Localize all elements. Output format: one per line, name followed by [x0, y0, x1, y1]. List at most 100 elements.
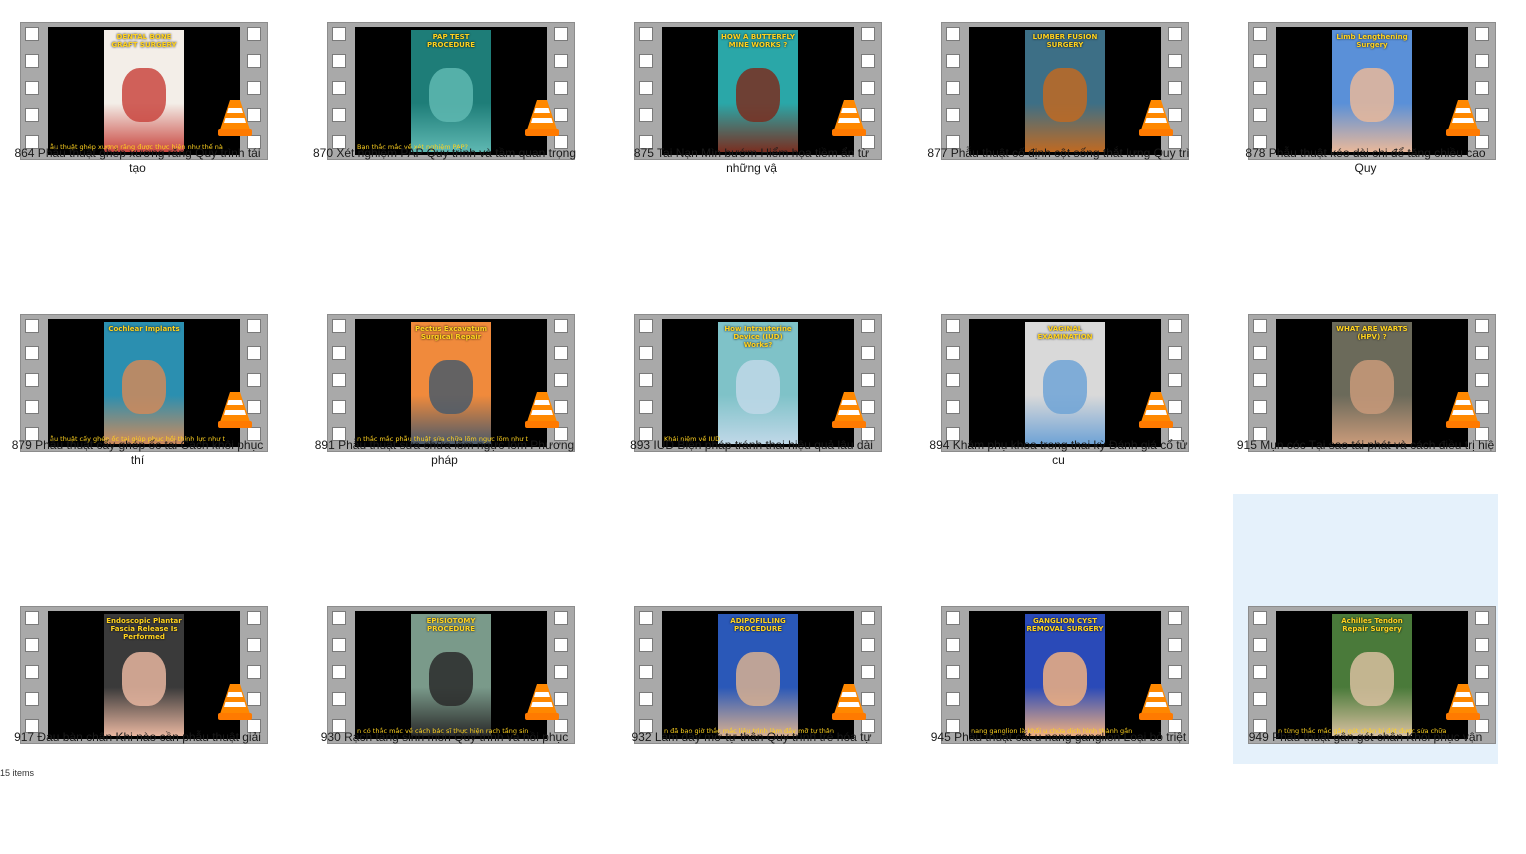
video-thumbnail[interactable]: How Intrauterine Device (IUD) Works? Khái… — [619, 292, 884, 452]
poster-illustration — [1043, 652, 1087, 706]
film-strip-frame: LUMBER FUSION SURGERY — [941, 22, 1189, 160]
vlc-cone-icon — [524, 682, 560, 722]
preview-poster: Limb Lengthening Surgery — [1332, 30, 1412, 152]
file-name-label[interactable]: 915 Mụn cóc Tại sao tái phát và cách điề… — [1233, 438, 1498, 453]
preview-poster: Cochlear Implants — [104, 322, 184, 444]
vlc-cone-icon — [1445, 682, 1481, 722]
video-file-item[interactable]: LUMBER FUSION SURGERY 877 Phẫu thuật cố đ… — [926, 0, 1191, 270]
video-file-item[interactable]: DENTAL BONE GRAFT SURGERY ẫu thuật ghép x… — [5, 0, 270, 270]
vlc-cone-icon — [217, 682, 253, 722]
film-strip-frame: ADIPOFILLING PROCEDURE n đã bao giờ thắc … — [634, 606, 882, 744]
video-file-item[interactable]: EPISIOTOMY PROCEDURE n có thắc mắc về các… — [312, 584, 577, 854]
poster-illustration — [1350, 360, 1394, 414]
poster-illustration — [122, 68, 166, 122]
poster-illustration — [1043, 360, 1087, 414]
preview-poster: WHAT ARE WARTS (HPV) ? — [1332, 322, 1412, 444]
file-name-label[interactable]: 864 Phẫu thuật ghép xương răng Quy trình… — [5, 146, 270, 176]
preview-poster: PAP TEST PROCEDURE — [411, 30, 491, 152]
video-thumbnail[interactable]: Achilles Tendon Repair Surgery n từng thắ… — [1233, 584, 1498, 744]
file-name-label[interactable]: 945 Phẫu thuật cắt u nang ganglion Loại … — [926, 730, 1191, 745]
poster-illustration — [736, 360, 780, 414]
vlc-cone-icon — [1138, 98, 1174, 138]
video-file-item[interactable]: PAP TEST PROCEDURE Bạn thắc mắc về xét ng… — [312, 0, 577, 270]
film-strip-frame: Achilles Tendon Repair Surgery n từng thắ… — [1248, 606, 1496, 744]
video-thumbnail[interactable]: DENTAL BONE GRAFT SURGERY ẫu thuật ghép x… — [5, 0, 270, 160]
poster-title: PAP TEST PROCEDURE — [426, 33, 476, 49]
poster-title: GANGLION CYST REMOVAL SURGERY — [1026, 617, 1104, 633]
file-name-label[interactable]: 879 Phẫu thuật cấy ghép ốc tai Cách khôi… — [5, 438, 270, 468]
video-thumbnail[interactable]: LUMBER FUSION SURGERY — [926, 0, 1191, 160]
file-name-label[interactable]: 932 Làm đầy mỡ tự thân Quy trình trẻ hóa… — [619, 730, 884, 745]
video-thumbnail[interactable]: WHAT ARE WARTS (HPV) ? — [1233, 292, 1498, 452]
video-file-item[interactable]: ADIPOFILLING PROCEDURE n đã bao giờ thắc … — [619, 584, 884, 854]
video-file-item[interactable]: Endoscopic Plantar Fascia Release Is Per… — [5, 584, 270, 854]
vlc-cone-icon — [217, 98, 253, 138]
poster-title: WHAT ARE WARTS (HPV) ? — [1336, 325, 1408, 341]
file-name-label[interactable]: 891 Phẫu thuật sửa chữa lõm ngực lõm Phư… — [312, 438, 577, 468]
poster-illustration — [429, 360, 473, 414]
video-file-item[interactable]: GANGLION CYST REMOVAL SURGERY nang gangli… — [926, 584, 1191, 854]
film-perforation — [332, 27, 348, 155]
film-perforation — [332, 319, 348, 447]
poster-title: Pectus Excavatum Surgical Repair — [414, 325, 488, 341]
video-thumbnail[interactable]: Limb Lengthening Surgery — [1233, 0, 1498, 160]
file-name-label[interactable]: 894 Khám phụ khoa trong thai kỳ Đánh giá… — [926, 438, 1191, 468]
file-name-label[interactable]: 893 IUD Biện pháp tránh thai hiệu quả lâ… — [619, 438, 884, 453]
film-strip-frame: How Intrauterine Device (IUD) Works? Khái… — [634, 314, 882, 452]
file-name-label[interactable]: 917 Đau bàn chân Khi nào cần phẫu thuật … — [5, 730, 270, 745]
video-file-item[interactable]: Cochlear Implants ẫu thuật cấy ghép ốc ta… — [5, 292, 270, 562]
video-file-item[interactable]: How Intrauterine Device (IUD) Works? Khái… — [619, 292, 884, 562]
video-preview: Pectus Excavatum Surgical Repair n thắc m… — [355, 319, 547, 447]
vlc-cone-icon — [831, 390, 867, 430]
video-preview: HOW A BUTTERFLY MINE WORKS ? — [662, 27, 854, 155]
poster-title: DENTAL BONE GRAFT SURGERY — [111, 33, 177, 49]
video-thumbnail[interactable]: HOW A BUTTERFLY MINE WORKS ? — [619, 0, 884, 160]
video-file-item[interactable]: Pectus Excavatum Surgical Repair n thắc m… — [312, 292, 577, 562]
poster-illustration — [122, 652, 166, 706]
video-thumbnail[interactable]: ADIPOFILLING PROCEDURE n đã bao giờ thắc … — [619, 584, 884, 744]
vlc-cone-icon — [217, 390, 253, 430]
poster-illustration — [122, 360, 166, 414]
video-thumbnail[interactable]: Endoscopic Plantar Fascia Release Is Per… — [5, 584, 270, 744]
video-file-item[interactable]: Achilles Tendon Repair Surgery n từng thắ… — [1233, 494, 1498, 764]
video-thumbnail[interactable]: EPISIOTOMY PROCEDURE n có thắc mắc về các… — [312, 584, 577, 744]
video-file-item[interactable]: VAGINAL EXAMINATION 894 Khám phụ khoa tro… — [926, 292, 1191, 562]
file-name-label[interactable]: 870 Xét nghiệm PAP Quy trình và tầm quan… — [312, 146, 577, 161]
film-perforation — [639, 27, 655, 155]
film-strip-frame: Pectus Excavatum Surgical Repair n thắc m… — [327, 314, 575, 452]
vlc-cone-icon — [1445, 390, 1481, 430]
video-preview: Endoscopic Plantar Fascia Release Is Per… — [48, 611, 240, 739]
film-strip-frame: GANGLION CYST REMOVAL SURGERY nang gangli… — [941, 606, 1189, 744]
file-name-label[interactable]: 949 Phẫu thuật gân gót chân Khôi phục vậ… — [1233, 730, 1498, 745]
film-strip-frame: Endoscopic Plantar Fascia Release Is Per… — [20, 606, 268, 744]
poster-title: VAGINAL EXAMINATION — [1037, 325, 1093, 341]
preview-poster: Achilles Tendon Repair Surgery — [1332, 614, 1412, 736]
video-thumbnail[interactable]: Cochlear Implants ẫu thuật cấy ghép ốc ta… — [5, 292, 270, 452]
poster-title: How Intrauterine Device (IUD) Works? — [724, 325, 792, 349]
preview-poster: EPISIOTOMY PROCEDURE — [411, 614, 491, 736]
preview-poster: GANGLION CYST REMOVAL SURGERY — [1025, 614, 1105, 736]
video-preview: ADIPOFILLING PROCEDURE n đã bao giờ thắc … — [662, 611, 854, 739]
video-file-item[interactable]: HOW A BUTTERFLY MINE WORKS ? 875 Tai Nạn … — [619, 0, 884, 270]
poster-title: Endoscopic Plantar Fascia Release Is Per… — [106, 617, 182, 641]
video-thumbnail[interactable]: GANGLION CYST REMOVAL SURGERY nang gangli… — [926, 584, 1191, 744]
poster-title: Achilles Tendon Repair Surgery — [1341, 617, 1403, 633]
file-name-label[interactable]: 877 Phẫu thuật cố định cột sống thắt lưn… — [926, 146, 1191, 161]
film-strip-frame: WHAT ARE WARTS (HPV) ? — [1248, 314, 1496, 452]
vlc-cone-icon — [1445, 98, 1481, 138]
preview-poster: VAGINAL EXAMINATION — [1025, 322, 1105, 444]
video-thumbnail[interactable]: Pectus Excavatum Surgical Repair n thắc m… — [312, 292, 577, 452]
video-thumbnail[interactable]: PAP TEST PROCEDURE Bạn thắc mắc về xét ng… — [312, 0, 577, 160]
film-strip-frame: DENTAL BONE GRAFT SURGERY ẫu thuật ghép x… — [20, 22, 268, 160]
film-perforation — [25, 319, 41, 447]
poster-title: Limb Lengthening Surgery — [1336, 33, 1408, 49]
video-preview: LUMBER FUSION SURGERY — [969, 27, 1161, 155]
file-name-label[interactable]: 878 Phẫu thuật kéo dài chi để tăng chiều… — [1233, 146, 1498, 176]
preview-poster: HOW A BUTTERFLY MINE WORKS ? — [718, 30, 798, 152]
file-name-label[interactable]: 930 Rạch tầng sinh môn Quy trình và hồi … — [312, 730, 577, 745]
video-thumbnail[interactable]: VAGINAL EXAMINATION — [926, 292, 1191, 452]
file-name-label[interactable]: 875 Tai Nạn Mìn bướm Hiểm họa tiềm ẩn từ… — [619, 146, 884, 176]
video-preview: Achilles Tendon Repair Surgery n từng thắ… — [1276, 611, 1468, 739]
video-file-item[interactable]: Limb Lengthening Surgery 878 Phẫu thuật k… — [1233, 0, 1498, 270]
poster-title: EPISIOTOMY PROCEDURE — [426, 617, 476, 633]
